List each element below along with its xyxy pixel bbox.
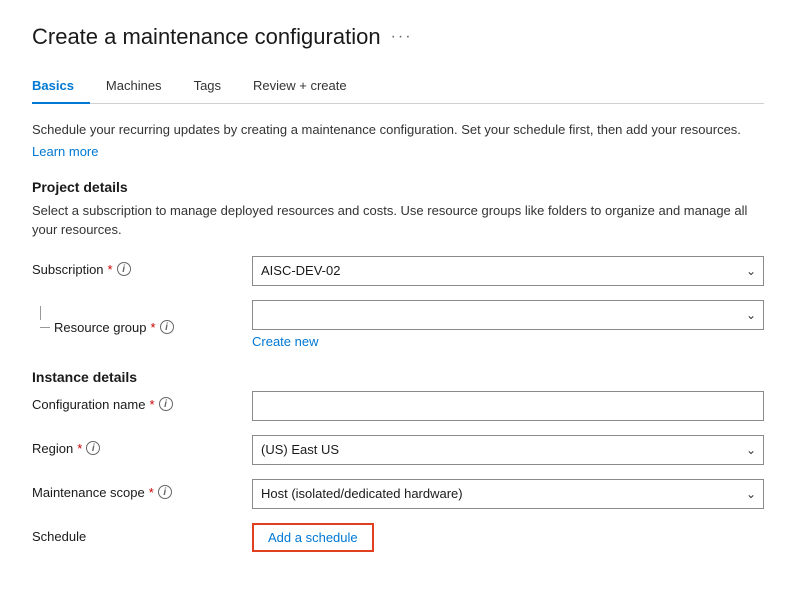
maintenance-scope-select-wrapper: Host (isolated/dedicated hardware) ⌄	[252, 479, 764, 509]
schedule-label: Schedule	[32, 529, 86, 544]
subscription-select[interactable]: AISC-DEV-02	[252, 256, 764, 286]
resource-group-control: ⌄ Create new	[252, 300, 764, 349]
subscription-label-col: Subscription * i	[32, 256, 252, 277]
project-details-title: Project details	[32, 179, 764, 195]
configuration-name-required: *	[149, 397, 154, 412]
learn-more-link[interactable]: Learn more	[32, 144, 98, 159]
more-options-icon[interactable]: ···	[391, 28, 413, 46]
resource-group-select[interactable]	[252, 300, 764, 330]
maintenance-scope-label-col: Maintenance scope * i	[32, 479, 252, 500]
tab-machines[interactable]: Machines	[90, 70, 178, 103]
resource-group-label-col: Resource group * i	[32, 300, 252, 335]
maintenance-scope-row: Maintenance scope * i Host (isolated/ded…	[32, 479, 764, 509]
subscription-required: *	[108, 262, 113, 277]
maintenance-scope-info-icon[interactable]: i	[158, 485, 172, 499]
region-label-col: Region * i	[32, 435, 252, 456]
resource-group-label: Resource group	[54, 320, 147, 335]
basics-description: Schedule your recurring updates by creat…	[32, 120, 764, 140]
create-new-link[interactable]: Create new	[252, 334, 318, 349]
maintenance-scope-label: Maintenance scope	[32, 485, 145, 500]
page-title: Create a maintenance configuration	[32, 24, 381, 50]
resource-group-row: Resource group * i ⌄ Create new	[32, 300, 764, 349]
resource-group-info-icon[interactable]: i	[160, 320, 174, 334]
resource-group-required: *	[151, 320, 156, 335]
region-select-wrapper: (US) East US ⌄	[252, 435, 764, 465]
configuration-name-info-icon[interactable]: i	[159, 397, 173, 411]
project-details-description: Select a subscription to manage deployed…	[32, 201, 764, 240]
region-required: *	[77, 441, 82, 456]
tab-basics[interactable]: Basics	[32, 70, 90, 103]
tab-review-create[interactable]: Review + create	[237, 70, 363, 103]
subscription-row: Subscription * i AISC-DEV-02 ⌄	[32, 256, 764, 286]
page-title-row: Create a maintenance configuration ···	[32, 24, 764, 50]
region-row: Region * i (US) East US ⌄	[32, 435, 764, 465]
instance-details-title: Instance details	[32, 369, 764, 385]
configuration-name-control	[252, 391, 764, 421]
region-select[interactable]: (US) East US	[252, 435, 764, 465]
region-label: Region	[32, 441, 73, 456]
region-control: (US) East US ⌄	[252, 435, 764, 465]
configuration-name-label-col: Configuration name * i	[32, 391, 252, 412]
maintenance-scope-control: Host (isolated/dedicated hardware) ⌄	[252, 479, 764, 509]
subscription-control: AISC-DEV-02 ⌄	[252, 256, 764, 286]
configuration-name-input[interactable]	[252, 391, 764, 421]
schedule-label-col: Schedule	[32, 523, 252, 544]
schedule-control: Add a schedule	[252, 523, 764, 552]
resource-group-select-wrapper: ⌄	[252, 300, 764, 330]
maintenance-scope-select[interactable]: Host (isolated/dedicated hardware)	[252, 479, 764, 509]
region-info-icon[interactable]: i	[86, 441, 100, 455]
add-schedule-button[interactable]: Add a schedule	[252, 523, 374, 552]
subscription-info-icon[interactable]: i	[117, 262, 131, 276]
configuration-name-row: Configuration name * i	[32, 391, 764, 421]
subscription-select-wrapper: AISC-DEV-02 ⌄	[252, 256, 764, 286]
maintenance-scope-required: *	[149, 485, 154, 500]
configuration-name-label: Configuration name	[32, 397, 145, 412]
tab-tags[interactable]: Tags	[178, 70, 237, 103]
tab-bar: Basics Machines Tags Review + create	[32, 70, 764, 104]
schedule-row: Schedule Add a schedule	[32, 523, 764, 552]
subscription-label: Subscription	[32, 262, 104, 277]
